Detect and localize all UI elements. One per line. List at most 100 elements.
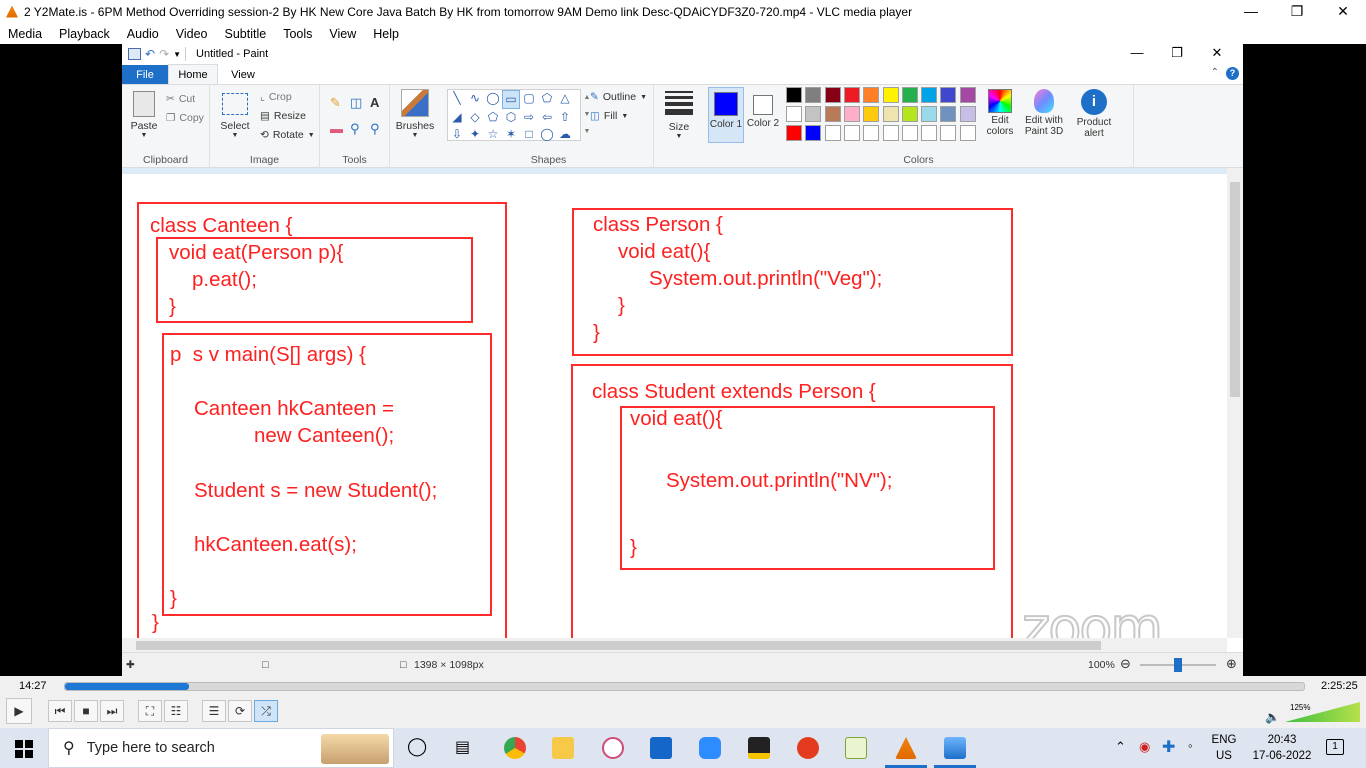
rounded-rectangle-shape-icon[interactable]: ▢ (520, 90, 538, 109)
sticky-notes-icon[interactable] (748, 737, 770, 759)
drawing-canvas[interactable]: class Canteen { void eat(Person p){ p.ea… (122, 174, 1227, 638)
notification-button[interactable]: 1 (1326, 739, 1344, 755)
menu-audio[interactable]: Audio (119, 27, 168, 41)
color-swatch[interactable] (863, 106, 880, 122)
color1-button[interactable]: Color 1 (708, 87, 744, 143)
triangle-shape-icon[interactable]: △ (556, 90, 574, 109)
rectangle-shape-icon[interactable]: ▭ (502, 90, 520, 109)
fill-bucket-icon[interactable]: ◫ (350, 95, 370, 111)
product-alert-button[interactable]: i Product alert (1074, 87, 1114, 139)
resize-button[interactable]: ▤ Resize (260, 110, 306, 122)
redo-icon[interactable]: ↷ (159, 47, 169, 61)
help-icon[interactable]: ? (1226, 67, 1239, 80)
color-swatch[interactable] (843, 87, 860, 103)
windows-start-icon[interactable] (15, 740, 33, 758)
line-shape-icon[interactable]: ╲ (448, 90, 466, 109)
color-swatch[interactable] (824, 125, 841, 141)
color-swatch[interactable] (940, 125, 957, 141)
five-point-star-shape-icon[interactable]: ☆ (484, 126, 502, 143)
edit-colors-button[interactable]: Edit colors (980, 87, 1020, 137)
size-button[interactable]: Size ▼ (660, 91, 698, 140)
color-swatch[interactable] (805, 125, 822, 141)
playlist-button[interactable]: ☰ (202, 700, 226, 722)
language-indicator[interactable]: ENG US (1206, 732, 1242, 764)
zoom-out-icon[interactable]: ⊖ (1120, 656, 1131, 672)
color-swatch[interactable] (786, 87, 802, 103)
notepad-app-icon[interactable] (845, 737, 867, 759)
magnifier-icon[interactable]: ⚲ (370, 121, 390, 137)
loop-button[interactable]: ⟳ (228, 700, 252, 722)
color-swatch[interactable] (901, 87, 918, 103)
color2-button[interactable]: Color 2 (746, 87, 780, 143)
text-icon[interactable]: A (370, 95, 390, 111)
menu-help[interactable]: Help (365, 27, 408, 41)
menu-view[interactable]: View (321, 27, 365, 41)
color-swatch[interactable] (882, 125, 899, 141)
rotate-button[interactable]: ⟲ Rotate ▼ (260, 129, 315, 141)
cloud-callout-shape-icon[interactable]: ☁ (556, 126, 574, 143)
undo-icon[interactable]: ↶ (145, 47, 155, 61)
fill-button[interactable]: ◫ Fill ▼ (590, 110, 628, 122)
up-arrow-shape-icon[interactable]: ⇧ (556, 109, 574, 126)
cortana-icon[interactable]: ◯ (407, 736, 427, 757)
close-button[interactable]: ✕ (1320, 0, 1366, 23)
color-swatch[interactable] (824, 106, 841, 122)
color-swatch[interactable] (843, 106, 860, 122)
hexagon-shape-icon[interactable]: ⬡ (502, 109, 520, 126)
color-swatch[interactable] (921, 87, 938, 103)
tab-home[interactable]: Home (168, 64, 218, 84)
color-swatch[interactable] (959, 87, 976, 103)
paint-restore-button[interactable]: ❐ (1157, 44, 1197, 62)
record-tray-icon[interactable]: ◉ (1139, 739, 1150, 755)
color-swatch[interactable] (843, 125, 860, 141)
task-view-icon[interactable]: ▤ (455, 737, 470, 757)
menu-subtitle[interactable]: Subtitle (217, 27, 276, 41)
color-swatch[interactable] (882, 106, 899, 122)
vlc-taskbar-icon[interactable] (895, 737, 917, 759)
plus-tray-icon[interactable]: ✚ (1162, 737, 1175, 757)
right-arrow-shape-icon[interactable]: ⇨ (520, 109, 538, 126)
clock[interactable]: 20:43 17-06-2022 (1250, 732, 1314, 764)
tab-view[interactable]: View (218, 65, 268, 84)
color-swatch[interactable] (959, 106, 976, 122)
menu-video[interactable]: Video (168, 27, 217, 41)
shuffle-button[interactable]: ⤮ (254, 700, 278, 722)
color-swatch[interactable] (824, 87, 841, 103)
color-swatch[interactable] (805, 106, 822, 122)
curve-shape-icon[interactable]: ∿ (466, 90, 484, 109)
color-swatch[interactable] (959, 125, 976, 141)
minimize-button[interactable]: — (1228, 0, 1274, 23)
cut-button[interactable]: ✂ Cut (166, 93, 195, 105)
eraser-icon[interactable]: ▬ (330, 121, 350, 137)
tray-overflow-icon[interactable]: ⌃ (1115, 739, 1126, 755)
color-swatch[interactable] (863, 87, 880, 103)
vertical-scrollbar[interactable] (1227, 168, 1243, 638)
color-swatch[interactable] (805, 87, 822, 103)
color-swatch[interactable] (786, 125, 802, 141)
speaker-icon[interactable]: 🔈 (1265, 710, 1280, 724)
next-button[interactable]: ⏭ (100, 700, 124, 722)
color-swatch[interactable] (921, 125, 938, 141)
extended-settings-button[interactable]: ☷ (164, 700, 188, 722)
photos-icon[interactable] (944, 737, 966, 759)
polygon-shape-icon[interactable]: ⬠ (538, 90, 556, 109)
quick-access-dropdown-icon[interactable]: ▼ (173, 50, 181, 59)
outline-button[interactable]: ✎ Outline ▼ (590, 91, 647, 103)
six-point-star-shape-icon[interactable]: ✶ (502, 126, 520, 143)
play-button[interactable]: ▶ (6, 698, 32, 724)
select-button[interactable]: Select ▼ (220, 93, 250, 139)
four-point-star-shape-icon[interactable]: ✦ (466, 126, 484, 143)
snipping-tool-icon[interactable] (602, 737, 624, 759)
crop-button[interactable]: ⌞ Crop (260, 91, 292, 103)
paint-minimize-button[interactable]: — (1117, 44, 1157, 62)
shapes-gallery[interactable]: ╲ ∿ ◯ ▭ ▢ ⬠ △ ◢ ◇ ⬠ ⬡ ⇨ ⇦ ⇧ ⇩ ✦ ☆ ✶ □ ◯ ☁ (447, 89, 581, 141)
color-swatch[interactable] (901, 125, 918, 141)
tab-file[interactable]: File (122, 65, 168, 84)
paste-button[interactable]: Paste ▼ (130, 91, 158, 139)
left-arrow-shape-icon[interactable]: ⇦ (538, 109, 556, 126)
oval-callout-shape-icon[interactable]: ◯ (538, 126, 556, 143)
zoom-in-icon[interactable]: ⊕ (1226, 656, 1237, 672)
copy-button[interactable]: ❐ Copy (166, 112, 204, 124)
record-app-icon[interactable] (797, 737, 819, 759)
zoom-slider[interactable] (1140, 658, 1216, 672)
